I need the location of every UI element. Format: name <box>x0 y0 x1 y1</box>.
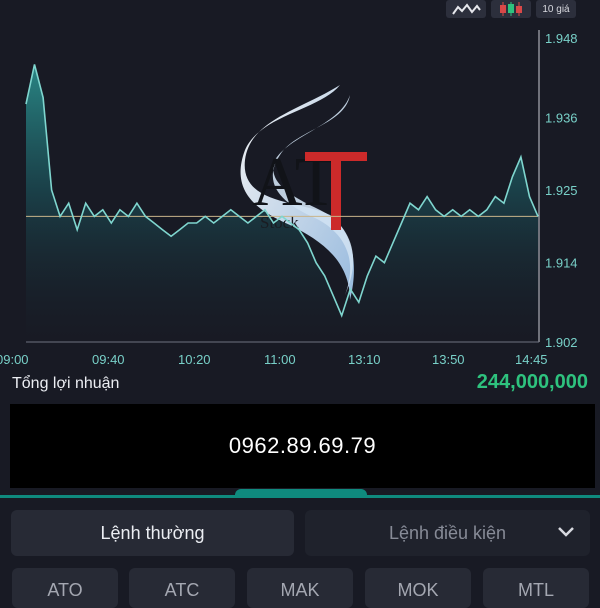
y-tick-label: 1.948 <box>545 31 578 46</box>
tab-conditional-order-label: Lệnh điều kiện <box>388 522 507 543</box>
profit-label: Tổng lợi nhuận <box>12 375 120 392</box>
tab-normal-order-label: Lệnh thường <box>100 522 205 543</box>
phone-number: 0962.89.69.79 <box>228 433 377 458</box>
x-tick-label: 09:40 <box>92 352 125 367</box>
drag-handle[interactable] <box>235 489 367 498</box>
x-tick-label: 10:20 <box>178 352 211 367</box>
order-type-ato[interactable]: ATO <box>12 568 118 608</box>
order-type-mak[interactable]: MAK <box>247 568 353 608</box>
x-tick-label: 13:50 <box>432 352 465 367</box>
x-tick-label: 14:45 <box>515 352 548 367</box>
order-type-mok[interactable]: MOK <box>365 568 471 608</box>
price-chart-svg: AT Stock 1.9481.9361.9251.9141.90209:000… <box>0 30 578 367</box>
candlestick-button[interactable] <box>491 0 531 18</box>
y-tick-label: 1.902 <box>545 335 578 350</box>
y-tick-label: 1.914 <box>545 256 578 271</box>
price-chart[interactable]: AT Stock 1.9481.9361.9251.9141.90209:000… <box>0 0 600 375</box>
logo-subtext: Stock <box>260 213 299 232</box>
phone-banner: 0962.89.69.79 <box>10 404 595 488</box>
chevron-down-icon[interactable] <box>556 523 576 541</box>
profit-summary: Tổng lợi nhuận 244,000,000 <box>0 370 600 400</box>
profit-value: 244,000,000 <box>476 371 588 393</box>
price-count-button[interactable]: 10 giá <box>536 0 576 18</box>
x-tick-label: 13:10 <box>348 352 381 367</box>
order-type-mtl[interactable]: MTL <box>483 568 589 608</box>
y-tick-label: 1.925 <box>545 183 578 198</box>
x-tick-label: 11:00 <box>264 352 296 367</box>
line-chart-button[interactable] <box>446 0 486 18</box>
tab-normal-order[interactable]: Lệnh thường <box>11 510 294 556</box>
tab-conditional-order[interactable]: Lệnh điều kiện <box>305 510 590 556</box>
line-chart-icon <box>452 3 481 15</box>
x-tick-label: 09:00 <box>0 352 29 367</box>
y-tick-label: 1.936 <box>545 110 578 125</box>
candlestick-icon <box>500 2 522 16</box>
order-type-atc[interactable]: ATC <box>129 568 235 608</box>
